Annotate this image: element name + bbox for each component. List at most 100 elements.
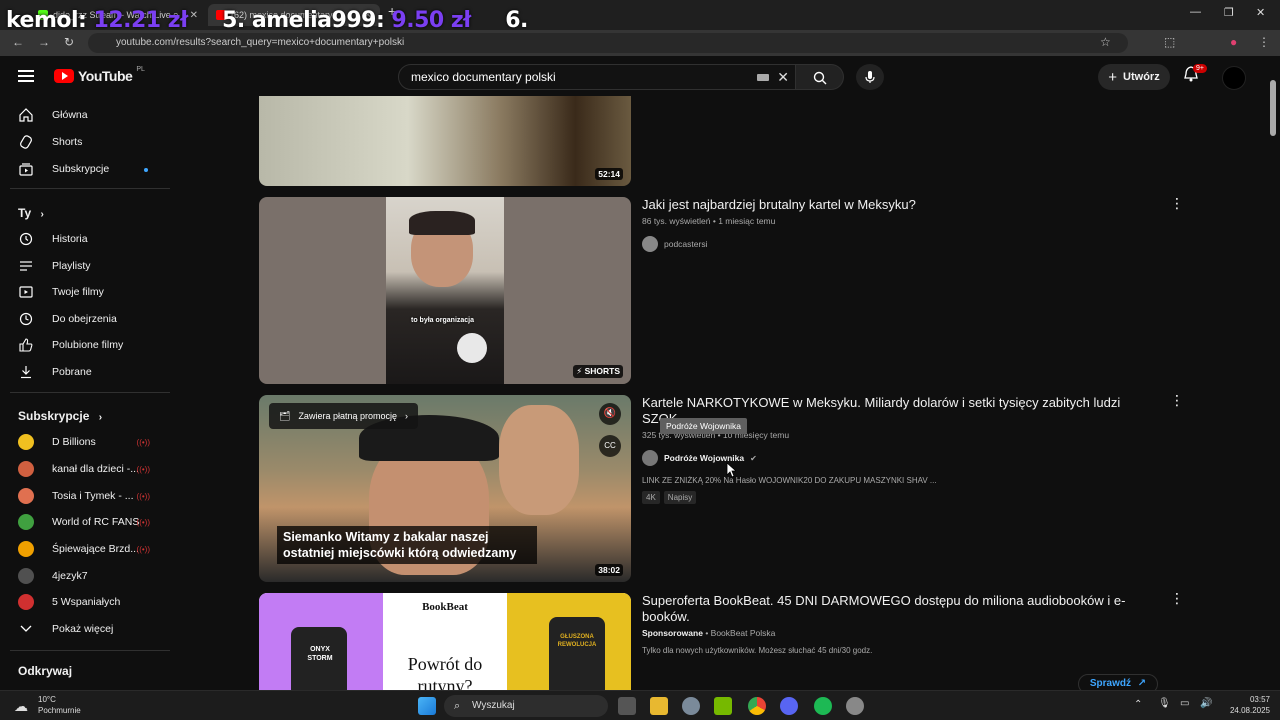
maximize-icon[interactable]: ❐ (1224, 6, 1234, 19)
sidebar-item-watch-later[interactable]: Do obejrzenia (18, 310, 168, 328)
extensions-icon[interactable]: ⬚ (1164, 35, 1175, 49)
ad-thumbnail[interactable]: ONYX STORM GŁUSZONA REWOLUCJA BookBeat P… (259, 593, 631, 690)
channel-link[interactable]: podcastersi (642, 236, 1152, 252)
more-options-icon[interactable]: ⋮ (1170, 590, 1184, 607)
tag-subtitles: Napisy (663, 491, 697, 504)
chevron-right-icon: › (405, 411, 408, 421)
captions-button[interactable]: CC (599, 435, 621, 457)
channel-link[interactable]: Podróże Wojownika ✔ (642, 450, 1152, 466)
promo-chip[interactable]: 🗂 Zawiera płatną promocję › (269, 403, 418, 429)
download-icon (18, 364, 34, 380)
create-label: Utwórz (1123, 71, 1160, 83)
spotify-icon[interactable] (814, 697, 832, 715)
volume-icon[interactable]: 🔊 (1200, 698, 1212, 709)
scrollbar[interactable] (1270, 80, 1276, 136)
new-content-dot (144, 168, 148, 172)
explore-heading: Odkrywaj (18, 664, 73, 678)
book-cover-left: ONYX STORM (307, 646, 333, 662)
profile-icon[interactable]: ● (1230, 35, 1237, 49)
minimize-icon[interactable]: — (1190, 6, 1201, 18)
weather-widget[interactable]: ☁ 10°C Pochmurnie (14, 694, 81, 716)
hamburger-menu-icon[interactable] (18, 70, 34, 85)
ad-meta: Sponsorowane • BookBeat Polska (642, 628, 1152, 638)
channel-name: World of RC FANS (52, 516, 140, 528)
sidebar-item-label: Playlisty (52, 260, 91, 272)
cc-icon: CC (604, 441, 616, 450)
taskbar-clock[interactable]: 03:57 24.08.2025 (1222, 694, 1270, 716)
sidebar-item-history[interactable]: Historia (18, 230, 168, 248)
muted-icon: 🔇 (603, 408, 617, 419)
video-thumbnail[interactable]: to była organizacja ⚡ SHORTS (259, 197, 631, 384)
mic-tray-icon[interactable]: 🎙 (1158, 698, 1171, 709)
app-icon[interactable] (846, 697, 864, 715)
video-caption: to była organizacja (411, 317, 475, 324)
sidebar: Główna Shorts Subskrypcje Ty › Historia … (0, 96, 178, 690)
create-button[interactable]: + Utwórz (1098, 64, 1170, 90)
close-window-icon[interactable]: ✕ (1256, 6, 1265, 19)
search-button[interactable] (796, 64, 844, 90)
reload-icon[interactable]: ↻ (64, 35, 74, 49)
subscriptions-heading[interactable]: Subskrypcje › (18, 409, 102, 423)
windows-start-icon[interactable] (418, 697, 436, 715)
sidebar-subscription[interactable]: World of RC FANS ((•)) (18, 513, 168, 531)
file-explorer-icon[interactable] (650, 697, 668, 715)
taskbar-search[interactable]: ⌕ Wyszukaj (444, 695, 608, 717)
sidebar-subscription[interactable]: 5 Wspaniałych (18, 593, 168, 611)
live-icon: ((•)) (136, 491, 150, 501)
show-more-button[interactable]: Pokaż więcej (18, 620, 168, 638)
ad-brand: BookBeat (422, 601, 468, 613)
taskbar-search-label: Wyszukaj (472, 700, 515, 711)
back-icon[interactable]: ← (12, 35, 24, 49)
voice-search-button[interactable] (856, 64, 884, 90)
tray-chevron-icon[interactable]: ⌃ (1134, 699, 1142, 710)
video-thumbnail[interactable]: 52:14 (259, 96, 631, 186)
sidebar-subscription[interactable]: kanał dla dzieci -... ((•)) (18, 460, 168, 478)
chrome-icon[interactable] (748, 697, 766, 715)
ad-title[interactable]: Superoferta BookBeat. 45 DNI DARMOWEGO d… (642, 593, 1152, 625)
sidebar-item-liked[interactable]: Polubione filmy (18, 336, 168, 354)
discord-icon[interactable] (780, 697, 798, 715)
search-value: mexico documentary polski (411, 70, 556, 84)
subscriptions-heading-label: Subskrypcje (18, 409, 90, 423)
account-avatar[interactable] (1222, 66, 1246, 90)
youtube-logo[interactable]: YouTube PL (54, 66, 145, 84)
video-title[interactable]: Jaki jest najbardziej brutalny kartel w … (642, 197, 1152, 213)
sidebar-item-label: Shorts (52, 136, 83, 148)
forward-icon[interactable]: → (38, 35, 50, 49)
task-view-icon[interactable] (618, 697, 636, 715)
sidebar-subscription[interactable]: Śpiewające Brzd... ((•)) (18, 540, 168, 558)
weather-desc: Pochmurnie (38, 706, 81, 715)
subscriptions-icon (18, 161, 34, 177)
network-icon[interactable]: ▭ (1180, 698, 1189, 709)
mute-button[interactable]: 🔇 (599, 403, 621, 425)
sidebar-item-label: Pobrane (52, 366, 92, 378)
your-videos-icon (18, 284, 34, 300)
keyboard-icon[interactable] (757, 74, 769, 81)
sidebar-item-shorts[interactable]: Shorts (18, 133, 168, 151)
bookmark-star-icon[interactable]: ☆ (1100, 35, 1111, 49)
settings-icon[interactable] (682, 697, 700, 715)
shorts-badge-label: SHORTS (584, 366, 620, 376)
sidebar-subscription[interactable]: D Billions ((•)) (18, 433, 168, 451)
menu-icon[interactable]: ⋮ (1258, 35, 1270, 49)
cta-label: Sprawdź (1089, 678, 1131, 689)
url-field[interactable]: youtube.com/results?search_query=mexico+… (88, 33, 1128, 53)
sidebar-item-label: Do obejrzenia (52, 313, 117, 325)
sidebar-subscription[interactable]: Tosia i Tymek - ... ((•)) (18, 487, 168, 505)
channel-avatar (642, 450, 658, 466)
sidebar-item-playlists[interactable]: Playlisty (18, 257, 168, 275)
search-input[interactable]: mexico documentary polski ✕ (398, 64, 796, 90)
clear-search-icon[interactable]: ✕ (777, 65, 789, 89)
sidebar-item-downloads[interactable]: Pobrane (18, 363, 168, 381)
channel-avatar (18, 541, 34, 557)
verified-icon: ✔ (750, 453, 757, 463)
more-options-icon[interactable]: ⋮ (1170, 392, 1184, 409)
video-thumbnail[interactable]: 🗂 Zawiera płatną promocję › 🔇 CC Siemank… (259, 395, 631, 582)
sidebar-item-home[interactable]: Główna (18, 106, 168, 124)
you-heading[interactable]: Ty › (18, 206, 44, 220)
channel-name: podcastersi (664, 239, 708, 249)
sidebar-subscription[interactable]: 4jezyk7 (18, 567, 168, 585)
more-options-icon[interactable]: ⋮ (1170, 195, 1184, 212)
nvidia-icon[interactable] (714, 697, 732, 715)
sidebar-item-your-videos[interactable]: Twoje filmy (18, 283, 168, 301)
